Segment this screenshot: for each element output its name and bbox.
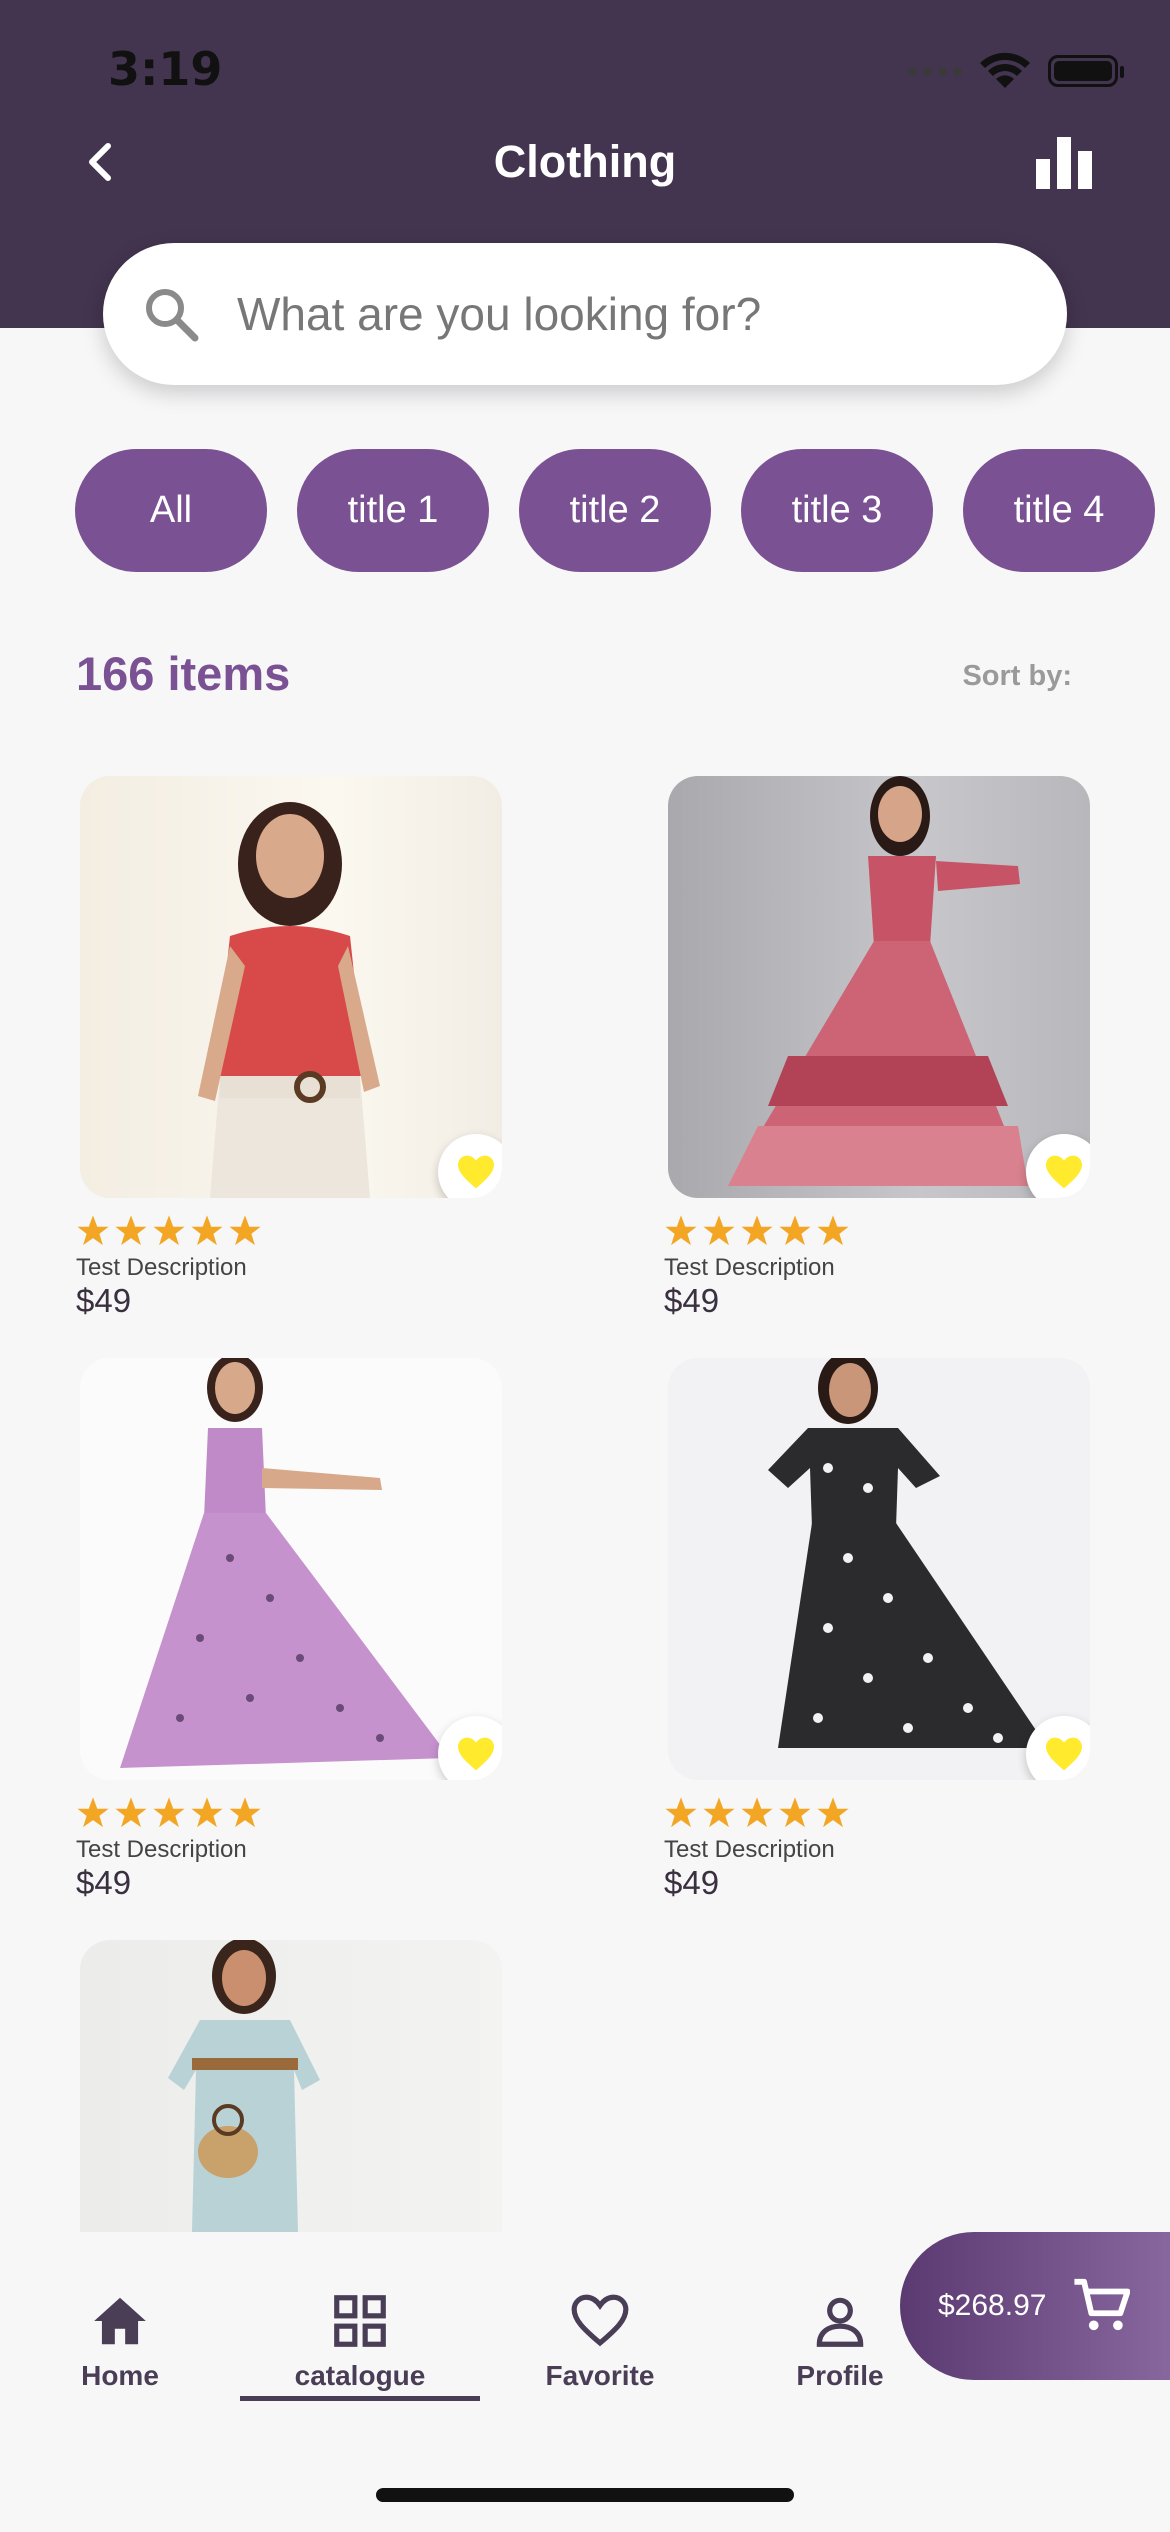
- person-icon: [816, 2297, 864, 2347]
- nav-home[interactable]: Home: [0, 2290, 240, 2392]
- product-card[interactable]: Test Description $49: [76, 776, 502, 1319]
- star-icon: [703, 1215, 735, 1246]
- nav-label: Favorite: [545, 2360, 655, 2391]
- battery-icon: [1048, 55, 1124, 87]
- search-bar[interactable]: [103, 243, 1067, 385]
- product-image[interactable]: [80, 1358, 502, 1780]
- star-icon: [741, 1215, 773, 1246]
- status-time: 3:19: [108, 42, 223, 96]
- star-icon: [817, 1215, 849, 1246]
- product-card[interactable]: Test Description $49: [664, 776, 1090, 1319]
- sort-button[interactable]: Sort by:: [962, 660, 1072, 693]
- cart-icon: [1074, 2278, 1131, 2331]
- star-icon: [77, 1797, 109, 1828]
- bar-chart-icon[interactable]: [1036, 137, 1092, 189]
- search-icon: [146, 289, 199, 342]
- star-icon: [703, 1797, 735, 1828]
- star-icon: [115, 1215, 147, 1246]
- star-rating: [76, 1214, 262, 1248]
- product-card[interactable]: [80, 1940, 502, 2232]
- star-icon: [191, 1797, 223, 1828]
- heart-icon: [458, 1155, 494, 1189]
- nav-label: catalogue: [294, 2360, 426, 2391]
- nav-favorite[interactable]: Favorite: [480, 2290, 720, 2392]
- heart-icon: [1046, 1737, 1082, 1771]
- star-icon: [665, 1797, 697, 1828]
- star-rating: [664, 1796, 850, 1830]
- product-description: Test Description: [76, 1254, 247, 1281]
- chip-title-3[interactable]: title 3: [741, 449, 933, 572]
- product-image[interactable]: [80, 776, 502, 1198]
- product-card[interactable]: Test Description $49: [76, 1358, 502, 1901]
- cart-total: $268.97: [938, 2289, 1047, 2322]
- product-price: $49: [76, 1864, 132, 1901]
- heart-icon: [1046, 1155, 1082, 1189]
- product-description: Test Description: [664, 1836, 835, 1863]
- page-title: Clothing: [493, 136, 677, 187]
- star-icon: [191, 1215, 223, 1246]
- search-input[interactable]: [235, 286, 999, 342]
- star-icon: [153, 1215, 185, 1246]
- heart-icon: [458, 1737, 494, 1771]
- product-description: Test Description: [76, 1836, 247, 1863]
- star-icon: [229, 1215, 261, 1246]
- nav-label: Home: [81, 2360, 159, 2391]
- grid-icon: [334, 2295, 386, 2347]
- heart-outline-icon: [571, 2294, 629, 2347]
- star-icon: [229, 1797, 261, 1828]
- product-description: Test Description: [664, 1254, 835, 1281]
- wifi-icon: [980, 52, 1030, 88]
- nav-catalogue[interactable]: catalogue: [240, 2290, 480, 2401]
- star-rating: [664, 1214, 850, 1248]
- filter-chips: All title 1 title 2 title 3 title 4: [75, 449, 1155, 572]
- chip-title-4[interactable]: title 4: [963, 449, 1155, 572]
- product-image[interactable]: [668, 1358, 1090, 1780]
- product-image[interactable]: [80, 1940, 502, 2232]
- star-icon: [741, 1797, 773, 1828]
- star-icon: [665, 1215, 697, 1246]
- product-price: $49: [76, 1282, 132, 1319]
- chip-title-2[interactable]: title 2: [519, 449, 711, 572]
- product-card[interactable]: Test Description $49: [664, 1358, 1090, 1901]
- active-tab-indicator: [240, 2396, 480, 2401]
- star-icon: [115, 1797, 147, 1828]
- home-indicator: [376, 2488, 794, 2502]
- item-count: 166 items: [76, 647, 291, 700]
- cart-button[interactable]: $268.97: [900, 2232, 1170, 2380]
- home-icon: [94, 2297, 146, 2345]
- nav-label: Profile: [796, 2360, 884, 2391]
- product-price: $49: [664, 1864, 720, 1901]
- star-icon: [153, 1797, 185, 1828]
- signal-icon: [908, 66, 962, 76]
- product-image[interactable]: [668, 776, 1090, 1198]
- star-rating: [76, 1796, 262, 1830]
- star-icon: [779, 1215, 811, 1246]
- product-price: $49: [664, 1282, 720, 1319]
- star-icon: [817, 1797, 849, 1828]
- star-icon: [77, 1215, 109, 1246]
- chip-title-1[interactable]: title 1: [297, 449, 489, 572]
- star-icon: [779, 1797, 811, 1828]
- chip-all[interactable]: All: [75, 449, 267, 572]
- status-indicators: [908, 52, 1124, 90]
